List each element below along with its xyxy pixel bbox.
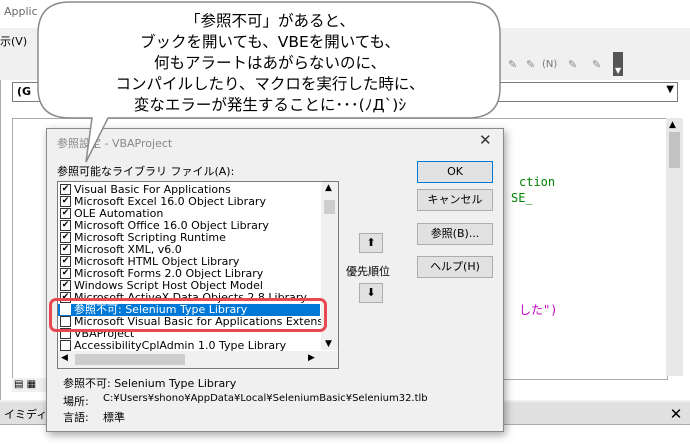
callout-line: 「参照不可」があると、 (185, 12, 355, 30)
callout-line: 何もアラートはあがらないのに、 (153, 54, 387, 72)
callout-line: ブックを開いても、VBEを開いても、 (139, 33, 401, 51)
callout-line: コンパイルしたり、マクロを実行した時に、 (115, 75, 425, 93)
callout-line: 変なエラーが発生することに･･･(ﾉД`)ｼ (133, 96, 407, 114)
